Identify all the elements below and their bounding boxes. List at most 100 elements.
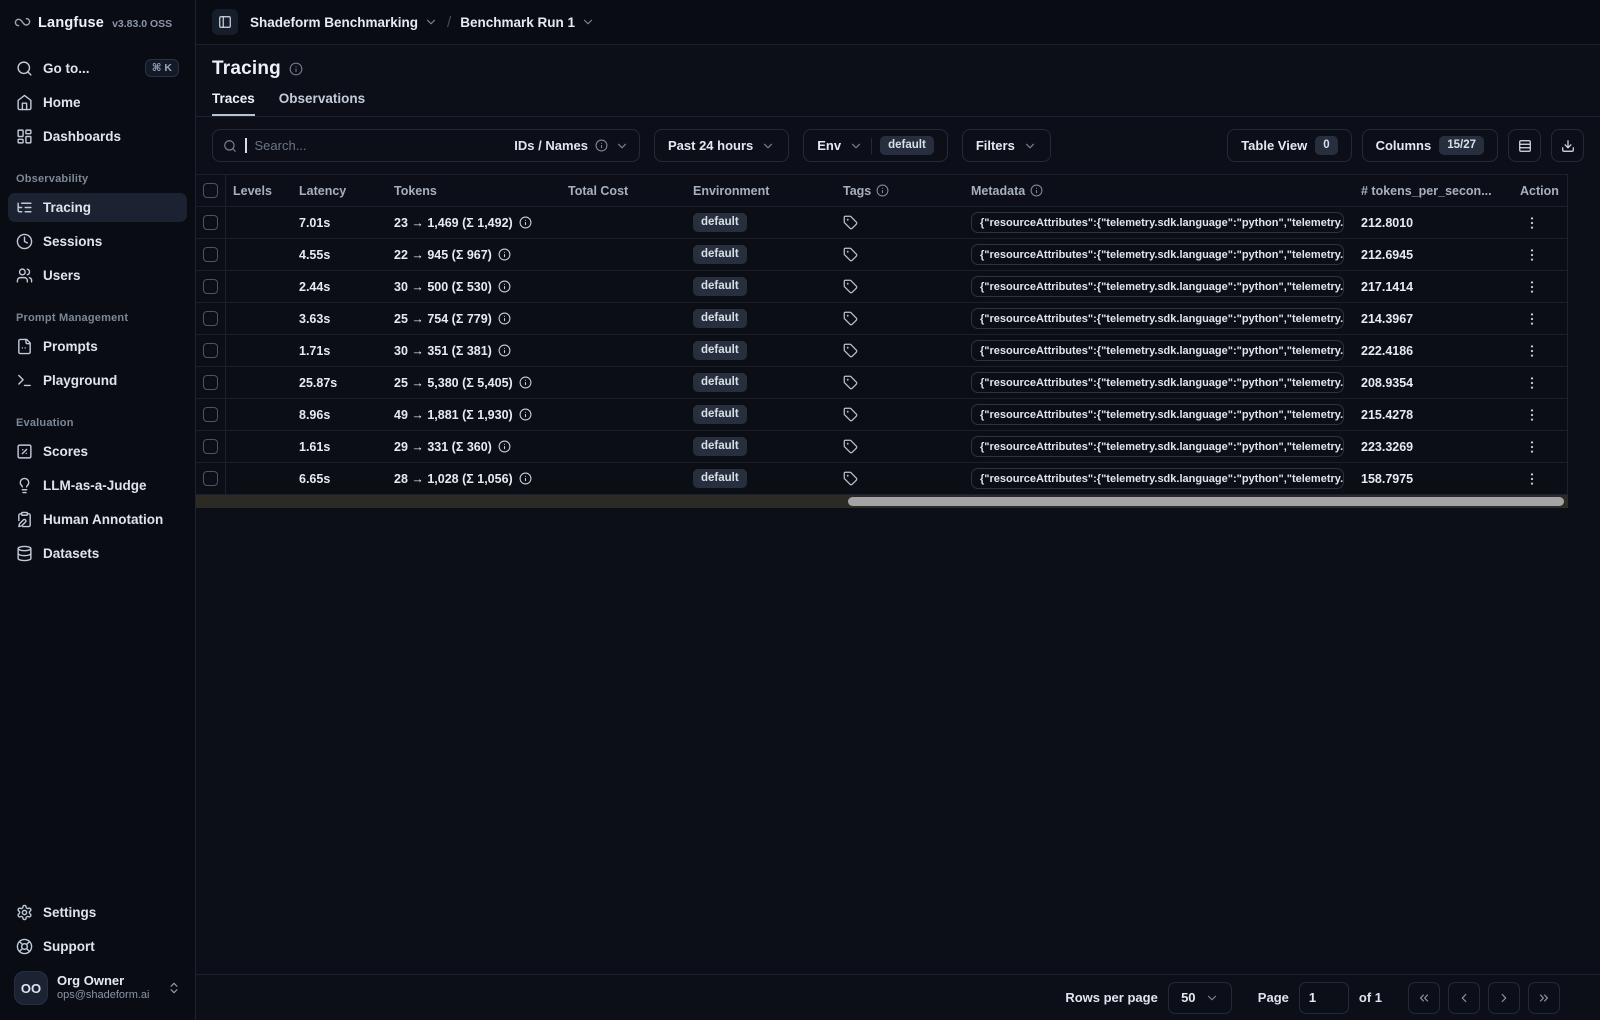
table-row[interactable]: 6.65s 28 → 1,028 (Σ 1,056) default {"res… — [196, 463, 1567, 495]
sidebar-item-tracing[interactable]: Tracing — [8, 193, 187, 222]
sidebar-item-scores[interactable]: Scores — [8, 437, 187, 466]
table-row[interactable]: 1.61s 29 → 331 (Σ 360) default {"resourc… — [196, 431, 1567, 463]
table-row[interactable]: 8.96s 49 → 1,881 (Σ 1,930) default {"res… — [196, 399, 1567, 431]
table-row[interactable]: 7.01s 23 → 1,469 (Σ 1,492) default {"res… — [196, 207, 1567, 239]
cell-tags[interactable] — [836, 463, 971, 494]
first-page-button[interactable] — [1408, 981, 1440, 1014]
tab-traces[interactable]: Traces — [212, 91, 255, 116]
column-header-total-cost[interactable]: Total Cost — [561, 175, 686, 206]
row-checkbox[interactable] — [203, 343, 218, 358]
cell-tags[interactable] — [836, 271, 971, 302]
table-row[interactable]: 4.55s 22 → 945 (Σ 967) default {"resourc… — [196, 239, 1567, 271]
tab-observations[interactable]: Observations — [279, 91, 365, 116]
search-mode-label: IDs / Names — [514, 138, 588, 153]
sidebar-item-human-annotation[interactable]: Human Annotation — [8, 505, 187, 534]
column-header-metadata[interactable]: Metadata — [971, 175, 1356, 206]
table-view-button[interactable]: Table View 0 — [1227, 129, 1352, 162]
metadata-preview: {"resourceAttributes":{"telemetry.sdk.la… — [971, 372, 1344, 393]
row-checkbox[interactable] — [203, 471, 218, 486]
horizontal-scrollbar-thumb[interactable] — [848, 497, 1564, 506]
cell-tags[interactable] — [836, 431, 971, 462]
cell-tags[interactable] — [836, 399, 971, 430]
select-all-checkbox[interactable] — [203, 183, 218, 198]
kebab-menu-icon[interactable] — [1524, 375, 1540, 391]
table-row[interactable]: 3.63s 25 → 754 (Σ 779) default {"resourc… — [196, 303, 1567, 335]
kebab-menu-icon[interactable] — [1524, 471, 1540, 487]
sidebar-toggle-button[interactable] — [212, 9, 238, 35]
lightbulb-icon — [19, 477, 30, 494]
cell-tags[interactable] — [836, 335, 971, 366]
column-header-latency[interactable]: Latency — [292, 175, 387, 206]
cell-metadata[interactable]: {"resourceAttributes":{"telemetry.sdk.la… — [971, 271, 1356, 302]
environment-badge: default — [693, 309, 747, 328]
time-range-button[interactable]: Past 24 hours — [654, 129, 790, 162]
kebab-menu-icon[interactable] — [1524, 247, 1540, 263]
table-row[interactable]: 2.44s 30 → 500 (Σ 530) default {"resourc… — [196, 271, 1567, 303]
sidebar-item-home[interactable]: Home — [8, 88, 187, 117]
sidebar-item-prompts[interactable]: Prompts — [8, 332, 187, 361]
breadcrumb-project[interactable]: Benchmark Run 1 — [460, 15, 575, 30]
cell-metadata[interactable]: {"resourceAttributes":{"telemetry.sdk.la… — [971, 399, 1356, 430]
cell-metadata[interactable]: {"resourceAttributes":{"telemetry.sdk.la… — [971, 303, 1356, 334]
row-checkbox[interactable] — [203, 279, 218, 294]
previous-page-button[interactable] — [1448, 981, 1480, 1014]
sidebar-item-support[interactable]: Support — [8, 932, 187, 961]
column-header-levels[interactable]: Levels — [226, 175, 292, 206]
sidebar-item-llm-as-a-judge[interactable]: LLM-as-a-Judge — [8, 471, 187, 500]
row-checkbox[interactable] — [203, 215, 218, 230]
cell-tags[interactable] — [836, 239, 971, 270]
cell-tags[interactable] — [836, 303, 971, 334]
kebab-menu-icon[interactable] — [1524, 311, 1540, 327]
sidebar-item-users[interactable]: Users — [8, 261, 187, 290]
columns-button[interactable]: Columns 15/27 — [1361, 129, 1498, 162]
cell-metadata[interactable]: {"resourceAttributes":{"telemetry.sdk.la… — [971, 335, 1356, 366]
cell-tags[interactable] — [836, 207, 971, 238]
row-height-button[interactable] — [1508, 129, 1541, 162]
chevrons-up-down-icon — [170, 982, 178, 994]
account-menu[interactable]: OO Org Owner ops@shadeform.ai — [8, 966, 187, 1010]
sidebar-item-datasets[interactable]: Datasets — [8, 539, 187, 568]
column-header-tags[interactable]: Tags — [836, 175, 971, 206]
rows-per-page-select[interactable]: 50 — [1167, 981, 1232, 1014]
kebab-menu-icon[interactable] — [1524, 215, 1540, 231]
row-checkbox[interactable] — [203, 439, 218, 454]
sidebar-item-dashboards[interactable]: Dashboards — [8, 122, 187, 151]
sidebar-item-settings[interactable]: Settings — [8, 898, 187, 927]
last-page-button[interactable] — [1528, 981, 1560, 1014]
horizontal-scrollbar[interactable] — [196, 495, 1568, 508]
filters-label: Filters — [975, 138, 1015, 153]
env-filter-button[interactable]: Env default — [803, 129, 948, 162]
cell-metadata[interactable]: {"resourceAttributes":{"telemetry.sdk.la… — [971, 431, 1356, 462]
page-input[interactable] — [1298, 981, 1349, 1014]
export-button[interactable] — [1551, 129, 1584, 162]
kebab-menu-icon[interactable] — [1524, 407, 1540, 423]
sidebar-item-playground[interactable]: Playground — [8, 366, 187, 395]
table-row[interactable]: 25.87s 25 → 5,380 (Σ 5,405) default {"re… — [196, 367, 1567, 399]
table-row[interactable]: 1.71s 30 → 351 (Σ 381) default {"resourc… — [196, 335, 1567, 367]
row-checkbox[interactable] — [203, 407, 218, 422]
column-header-tokens-per-second[interactable]: # tokens_per_secon... — [1356, 175, 1511, 206]
cell-total-cost — [561, 463, 686, 494]
table-view-label: Table View — [1241, 138, 1308, 153]
row-checkbox[interactable] — [203, 375, 218, 390]
filters-button[interactable]: Filters — [961, 129, 1051, 162]
goto-search[interactable]: Go to... ⌘ K — [8, 53, 187, 83]
row-checkbox[interactable] — [203, 311, 218, 326]
cell-tags[interactable] — [836, 367, 971, 398]
sidebar-item-sessions[interactable]: Sessions — [8, 227, 187, 256]
kebab-menu-icon[interactable] — [1524, 279, 1540, 295]
next-page-button[interactable] — [1488, 981, 1520, 1014]
cell-metadata[interactable]: {"resourceAttributes":{"telemetry.sdk.la… — [971, 239, 1356, 270]
kebab-menu-icon[interactable] — [1524, 343, 1540, 359]
column-header-environment[interactable]: Environment — [686, 175, 836, 206]
cell-metadata[interactable]: {"resourceAttributes":{"telemetry.sdk.la… — [971, 207, 1356, 238]
search-input[interactable]: Search... IDs / Names — [212, 129, 640, 162]
row-checkbox[interactable] — [203, 247, 218, 262]
cell-tokens: 25 → 754 (Σ 779) — [387, 303, 561, 334]
kebab-menu-icon[interactable] — [1524, 439, 1540, 455]
info-icon — [289, 62, 303, 76]
column-header-tokens[interactable]: Tokens — [387, 175, 561, 206]
cell-metadata[interactable]: {"resourceAttributes":{"telemetry.sdk.la… — [971, 367, 1356, 398]
breadcrumb-org[interactable]: Shadeform Benchmarking — [250, 15, 418, 30]
cell-metadata[interactable]: {"resourceAttributes":{"telemetry.sdk.la… — [971, 463, 1356, 494]
